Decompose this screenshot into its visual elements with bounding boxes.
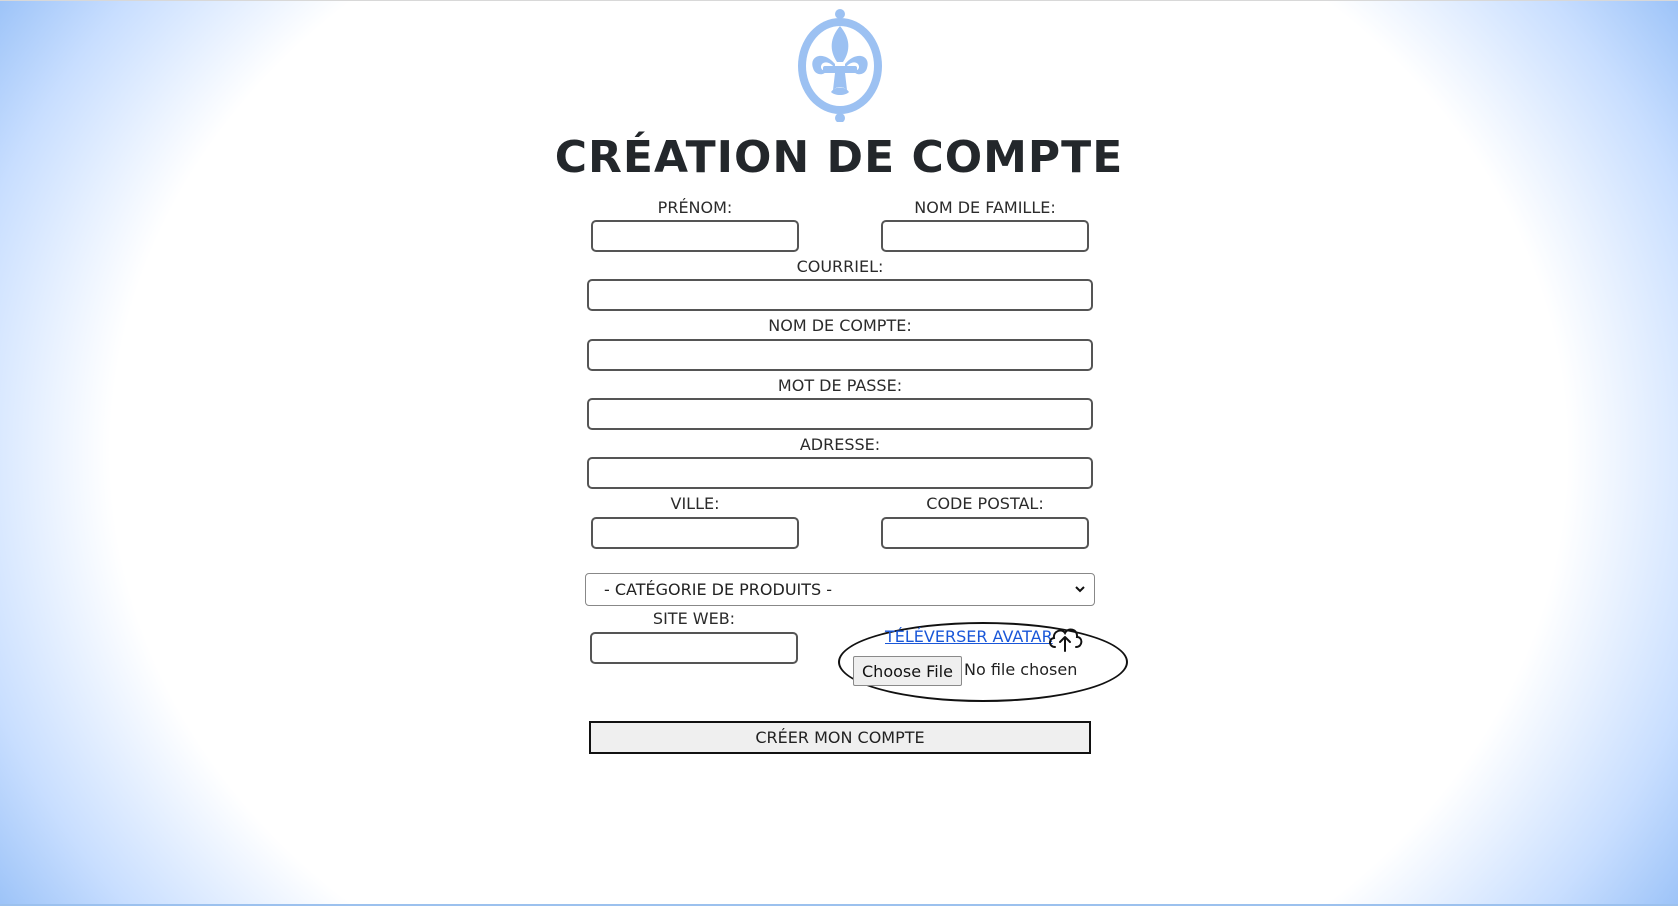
first-name-label: PRÉNOM: [657, 198, 733, 217]
city-field[interactable] [591, 517, 799, 549]
address-field[interactable] [587, 457, 1093, 489]
product-category-select[interactable]: - CATÉGORIE DE PRODUITS - [585, 573, 1095, 606]
first-name-field[interactable] [591, 220, 799, 252]
chevron-down-icon [1075, 586, 1085, 593]
product-category-selected: - CATÉGORIE DE PRODUITS - [604, 580, 833, 599]
postal-code-label: CODE POSTAL: [926, 494, 1044, 513]
address-label: ADRESSE: [799, 435, 881, 454]
page-title: CRÉATION DE COMPTE [554, 132, 1124, 183]
choose-file-button[interactable]: Choose File [853, 656, 962, 686]
cloud-upload-icon[interactable] [1046, 623, 1084, 653]
website-label: SITE WEB: [652, 609, 736, 628]
upload-avatar-link[interactable]: TÉLÉVERSER AVATAR [885, 626, 1053, 648]
email-field[interactable] [587, 279, 1093, 311]
last-name-label: NOM DE FAMILLE: [914, 198, 1056, 217]
create-account-button[interactable]: CRÉER MON COMPTE [589, 721, 1091, 754]
last-name-field[interactable] [881, 220, 1089, 252]
city-label: VILLE: [670, 494, 720, 513]
website-field[interactable] [590, 632, 798, 664]
password-label: MOT DE PASSE: [777, 376, 903, 395]
email-label: COURRIEL: [796, 257, 884, 276]
postal-code-field[interactable] [881, 517, 1089, 549]
username-label: NOM DE COMPTE: [768, 316, 912, 335]
username-field[interactable] [587, 339, 1093, 371]
password-field[interactable] [587, 398, 1093, 430]
fleur-de-lis-icon [798, 9, 882, 122]
file-status-text: No file chosen [964, 660, 1078, 679]
